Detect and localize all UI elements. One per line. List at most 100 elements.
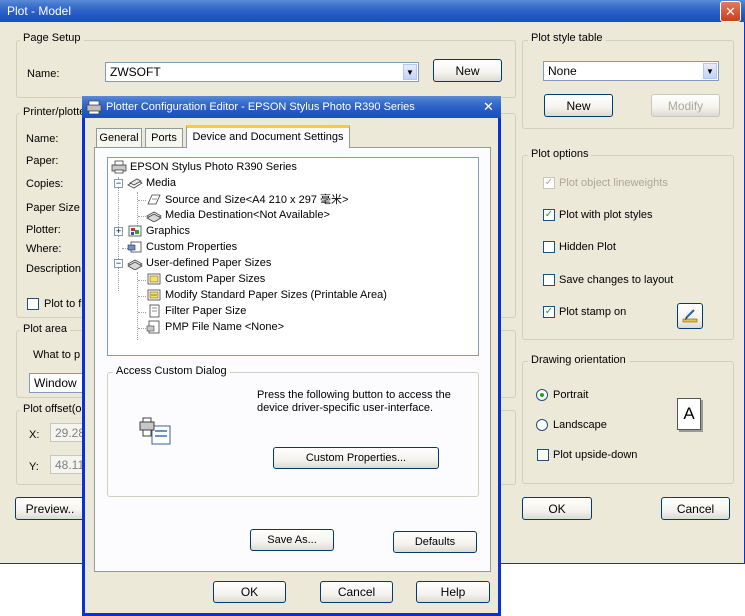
tree-item-label: Custom Properties xyxy=(146,241,238,253)
dialog-cancel-button[interactable]: Cancel xyxy=(320,581,393,603)
printer-icon xyxy=(111,160,127,174)
printer-plotter-label: Plotter: xyxy=(26,224,61,236)
tree-item-graphics[interactable]: Graphics xyxy=(127,223,190,239)
plot-style-value: None xyxy=(548,64,577,78)
tab-page: − + − EPSON Stylus Photo R390 Series Med… xyxy=(94,147,491,572)
main-cancel-button[interactable]: Cancel xyxy=(661,497,730,520)
offset-x-value: 29.28 xyxy=(55,426,86,440)
plot-style-combo[interactable]: None ▼ xyxy=(543,61,719,81)
offset-y-value: 48.11 xyxy=(55,458,85,472)
page-setup-new-button[interactable]: New xyxy=(433,59,502,82)
tree-item-modify-paper-sizes[interactable]: Modify Standard Paper Sizes (Printable A… xyxy=(146,287,387,303)
plot-style-new-button[interactable]: New xyxy=(544,94,613,117)
hidden-plot-label: Hidden Plot xyxy=(559,241,616,253)
tree-item-label: User-defined Paper Sizes xyxy=(146,257,272,269)
device-settings-icon xyxy=(139,417,171,445)
save-changes-checkbox[interactable] xyxy=(543,274,555,286)
tree-item-label: Graphics xyxy=(146,225,191,237)
plot-lineweights-checkbox[interactable]: ✓ xyxy=(543,177,555,189)
settings-tree[interactable]: − + − EPSON Stylus Photo R390 Series Med… xyxy=(107,157,479,356)
plotter-app-icon xyxy=(86,100,102,115)
custom-properties-button[interactable]: Custom Properties... xyxy=(273,447,439,469)
preview-button[interactable]: Preview.. xyxy=(15,497,85,520)
tree-item-filter-paper-size[interactable]: Filter Paper Size xyxy=(146,303,246,319)
tab-ports[interactable]: Ports xyxy=(145,128,183,147)
what-to-plot-value: Window xyxy=(34,376,77,390)
upside-down-checkbox[interactable] xyxy=(537,449,549,461)
media-icon xyxy=(127,178,143,189)
tree-item-media[interactable]: Media xyxy=(127,175,176,191)
offset-y-label: Y: xyxy=(29,461,39,473)
dialog-close-button[interactable]: ✕ xyxy=(478,97,499,118)
landscape-label: Landscape xyxy=(553,419,607,431)
tree-item-custom-properties[interactable]: Custom Properties xyxy=(127,239,237,255)
orientation-legend: Drawing orientation xyxy=(528,354,629,366)
graphics-expand-toggle[interactable]: + xyxy=(114,227,123,236)
tree-item-media-destination[interactable]: Media Destination<Not Available> xyxy=(146,207,330,223)
tree-item-printer[interactable]: EPSON Stylus Photo R390 Series xyxy=(111,159,297,175)
tree-item-label: Filter Paper Size xyxy=(165,305,247,317)
printer-where-label: Where: xyxy=(26,243,62,255)
dialog-title: Plotter Configuration Editor - EPSON Sty… xyxy=(106,101,415,113)
tab-device-settings[interactable]: Device and Document Settings xyxy=(186,125,350,148)
main-titlebar[interactable]: Plot - Model ✕ xyxy=(0,0,745,22)
dialog-titlebar[interactable]: Plotter Configuration Editor - EPSON Sty… xyxy=(82,96,501,118)
media-collapse-toggle[interactable]: − xyxy=(114,179,123,188)
defaults-button[interactable]: Defaults xyxy=(393,531,477,553)
graphics-icon xyxy=(128,225,142,237)
printer-name-label: Name: xyxy=(26,133,59,145)
chevron-down-icon[interactable]: ▼ xyxy=(403,64,417,80)
plot-style-modify-button[interactable]: Modify xyxy=(651,94,720,117)
printer-paper-size-label: Paper Size xyxy=(26,202,80,214)
offset-x-label: X: xyxy=(29,429,40,441)
page-setup-name-combo[interactable]: ZWSOFT ▼ xyxy=(105,62,419,82)
tree-item-user-paper-sizes[interactable]: User-defined Paper Sizes xyxy=(127,255,271,271)
plot-style-legend: Plot style table xyxy=(528,32,606,44)
tree-item-label: Media xyxy=(146,177,176,189)
dialog-ok-button[interactable]: OK xyxy=(213,581,286,603)
chevron-down-icon[interactable]: ▼ xyxy=(703,63,717,79)
tab-general-label: General xyxy=(99,132,139,144)
portrait-radio[interactable] xyxy=(536,389,548,401)
dialog-help-button[interactable]: Help xyxy=(416,581,490,603)
landscape-radio[interactable] xyxy=(536,419,548,431)
plot-stamp-label: Plot stamp on xyxy=(559,306,627,318)
plot-stamp-settings-button[interactable] xyxy=(677,303,703,329)
tree-item-custom-paper-sizes[interactable]: Custom Paper Sizes xyxy=(146,271,265,287)
tree-item-source-size[interactable]: Source and Size<A4 210 x 297 毫米> xyxy=(146,191,348,207)
stamp-pen-icon xyxy=(682,309,698,323)
plot-to-file-checkbox[interactable] xyxy=(27,298,39,310)
plot-with-styles-checkbox[interactable]: ✓ xyxy=(543,209,555,221)
media-destination-icon xyxy=(146,211,162,222)
printer-copies-label: Copies: xyxy=(26,178,64,190)
hidden-plot-checkbox[interactable] xyxy=(543,241,555,253)
tree-item-label: Custom Paper Sizes xyxy=(165,273,266,285)
tab-device-settings-label: Device and Document Settings xyxy=(192,131,344,143)
page-setup-name-value: ZWSOFT xyxy=(110,65,161,79)
tree-item-label: Source and Size<A4 210 x 297 毫米> xyxy=(165,194,349,206)
save-changes-label: Save changes to layout xyxy=(559,274,674,286)
tree-item-label: Modify Standard Paper Sizes (Printable A… xyxy=(165,289,387,301)
portrait-label: Portrait xyxy=(553,389,589,401)
tree-item-pmp-file-name[interactable]: PMP File Name <None> xyxy=(146,319,284,335)
printer-paper-label: Paper: xyxy=(26,155,59,167)
main-ok-button[interactable]: OK xyxy=(522,497,592,520)
modify-paper-icon xyxy=(147,289,161,301)
plot-to-file-label: Plot to fi xyxy=(44,298,84,310)
plot-area-legend: Plot area xyxy=(20,323,71,335)
main-close-button[interactable]: ✕ xyxy=(720,1,741,22)
orientation-preview-icon: A xyxy=(677,398,701,430)
access-custom-description: Press the following button to access the… xyxy=(257,389,451,414)
tab-general[interactable]: General xyxy=(96,128,142,147)
pmp-file-icon xyxy=(146,320,160,334)
custom-properties-icon xyxy=(127,241,142,253)
printer-description-label: Description: xyxy=(26,263,85,275)
main-title: Plot - Model xyxy=(7,4,72,18)
save-as-button[interactable]: Save As... xyxy=(250,529,334,551)
tree-item-label: PMP File Name <None> xyxy=(165,321,285,333)
plot-stamp-checkbox[interactable]: ✓ xyxy=(543,306,555,318)
tab-ports-label: Ports xyxy=(151,132,177,144)
page-setup-name-label: Name: xyxy=(27,68,60,80)
plot-offset-legend: Plot offset(or xyxy=(20,403,89,415)
user-paper-collapse-toggle[interactable]: − xyxy=(114,259,123,268)
